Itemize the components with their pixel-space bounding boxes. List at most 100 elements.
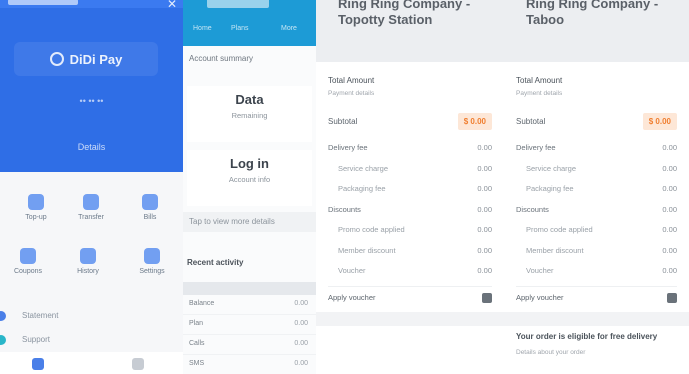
details-link[interactable]: Details [0, 142, 183, 152]
voucher-row[interactable]: Apply voucher [328, 286, 492, 309]
bill-header: Ring Ring Company - Topotty Station [316, 0, 504, 62]
line-label: Discounts [516, 204, 549, 214]
statement-icon [0, 311, 6, 321]
table-row: Balance 0.00 [183, 295, 316, 315]
panel-wallet: ✕ DiDi Pay •• •• •• Details Top-up Trans… [0, 0, 183, 374]
card-title: Total Amount [516, 76, 563, 85]
line-value: 0.00 [662, 204, 677, 214]
card-subtitle: Payment details [516, 90, 563, 97]
grid-item-settings[interactable]: Settings [124, 248, 180, 275]
header-strip [8, 0, 78, 5]
voucher-label: Apply voucher [516, 293, 564, 302]
line-value: 0.00 [662, 143, 677, 152]
divider [316, 312, 504, 326]
list-item: Service charge 0.00 [516, 159, 677, 180]
row-value: 0.00 [294, 300, 308, 307]
row-key: Balance [189, 300, 215, 307]
tab-home[interactable]: Home [193, 25, 212, 32]
close-icon[interactable]: ✕ [167, 0, 177, 11]
more-details-bar[interactable]: Tap to view more details [183, 212, 316, 232]
grid-item-topup[interactable]: Top-up [8, 194, 64, 221]
line-value: 0.00 [662, 163, 677, 173]
card-title: Total Amount [328, 76, 375, 85]
line-label: Service charge [338, 163, 389, 173]
checkbox-icon[interactable] [667, 293, 677, 303]
line-value: 0.00 [477, 184, 492, 193]
line-label: Service charge [526, 163, 577, 173]
feature-grid: Top-up Transfer Bills Coupons History Se… [0, 188, 183, 288]
grid-label: Top-up [25, 214, 47, 221]
list-item: Promo code applied 0.00 [516, 220, 677, 241]
row-value: 0.00 [294, 340, 308, 347]
table-row: Calls 0.00 [183, 335, 316, 355]
line-label: Member discount [338, 245, 396, 255]
voucher-row[interactable]: Apply voucher [516, 286, 677, 309]
panel-bill-2: Ring Ring Company - Taboo Total Amount P… [504, 0, 689, 374]
line-label: Delivery fee [516, 143, 556, 152]
line-label: Voucher [338, 266, 366, 275]
line-value: 0.00 [662, 184, 677, 193]
list-item: Voucher 0.00 [328, 261, 492, 282]
grid-label: History [77, 268, 99, 275]
line-label: Packaging fee [526, 184, 574, 193]
grid-item-transfer[interactable]: Transfer [63, 194, 119, 221]
section-title: Account summary [189, 54, 254, 63]
card-caption: Remaining [231, 111, 268, 120]
row-key: Calls [189, 340, 205, 347]
line-value: 0.00 [662, 225, 677, 234]
data-card[interactable]: Data Remaining [187, 86, 312, 142]
line-label: Voucher [526, 266, 554, 275]
grid-item-bills[interactable]: Bills [122, 194, 178, 221]
bottom-tabbar [0, 352, 183, 374]
table-row: SMS 0.00 [183, 355, 316, 374]
brand-button[interactable]: DiDi Pay [14, 42, 158, 76]
card-value: Data [235, 92, 264, 107]
grid-item-coupons[interactable]: Coupons [0, 248, 56, 275]
recent-activity-heading: Recent activity [187, 258, 244, 267]
list-item: Packaging fee 0.00 [516, 179, 677, 200]
panel-bill-1: Ring Ring Company - Topotty Station Tota… [316, 0, 504, 374]
list-item: Delivery fee 0.00 [328, 138, 492, 159]
voucher-label: Apply voucher [328, 293, 376, 302]
tab-plans[interactable]: Plans [231, 25, 249, 32]
activity-table: Balance 0.00 Plan 0.00 Calls 0.00 SMS 0.… [183, 282, 316, 374]
tab-more[interactable]: More [281, 25, 297, 32]
line-label: Packaging fee [338, 184, 386, 193]
row-value: 0.00 [294, 360, 308, 367]
list-item: Voucher 0.00 [516, 261, 677, 282]
list-item: Promo code applied 0.00 [328, 220, 492, 241]
list-item: Member discount 0.00 [328, 241, 492, 262]
bill-title: Ring Ring Company - Taboo [526, 0, 659, 27]
table-header [183, 282, 316, 295]
list-item[interactable]: Support [0, 328, 183, 352]
amount-label: Subtotal [328, 117, 358, 126]
list-item: Discounts 0.00 [328, 200, 492, 221]
wallet-hero: ✕ DiDi Pay •• •• •• Details [0, 0, 183, 172]
login-card[interactable]: Log in Account info [187, 150, 312, 206]
bill-lines: Delivery fee 0.00 Service charge 0.00 Pack… [328, 138, 492, 282]
topup-icon [28, 194, 44, 210]
line-value: 0.00 [477, 163, 492, 173]
bill-header: Ring Ring Company - Taboo [504, 0, 689, 62]
list-item[interactable]: Statement [0, 304, 183, 328]
list-item-label: Statement [22, 311, 59, 320]
amount-badge: $ 0.00 [642, 113, 677, 130]
list-item-label: Support [22, 335, 51, 344]
list-item: Service charge 0.00 [328, 159, 492, 180]
grid-item-history[interactable]: History [60, 248, 116, 275]
amount-row: Subtotal $ 0.00 [516, 113, 677, 131]
wallet-list: Statement Support [0, 304, 183, 352]
brand-logo-icon [49, 52, 64, 66]
tab-profile-icon[interactable] [132, 358, 144, 370]
history-icon [80, 248, 96, 264]
row-value: 0.00 [294, 320, 308, 327]
delivery-note-title: Your order is eligible for free delivery [516, 332, 658, 341]
checkbox-icon[interactable] [482, 293, 492, 303]
line-value: 0.00 [477, 204, 492, 214]
tab-home-icon[interactable] [32, 358, 44, 370]
masked-number: •• •• •• [79, 96, 104, 106]
transfer-icon [83, 194, 99, 210]
line-value: 0.00 [477, 143, 492, 152]
line-value: 0.00 [477, 245, 492, 255]
amount-row: Subtotal $ 0.00 [328, 113, 492, 131]
